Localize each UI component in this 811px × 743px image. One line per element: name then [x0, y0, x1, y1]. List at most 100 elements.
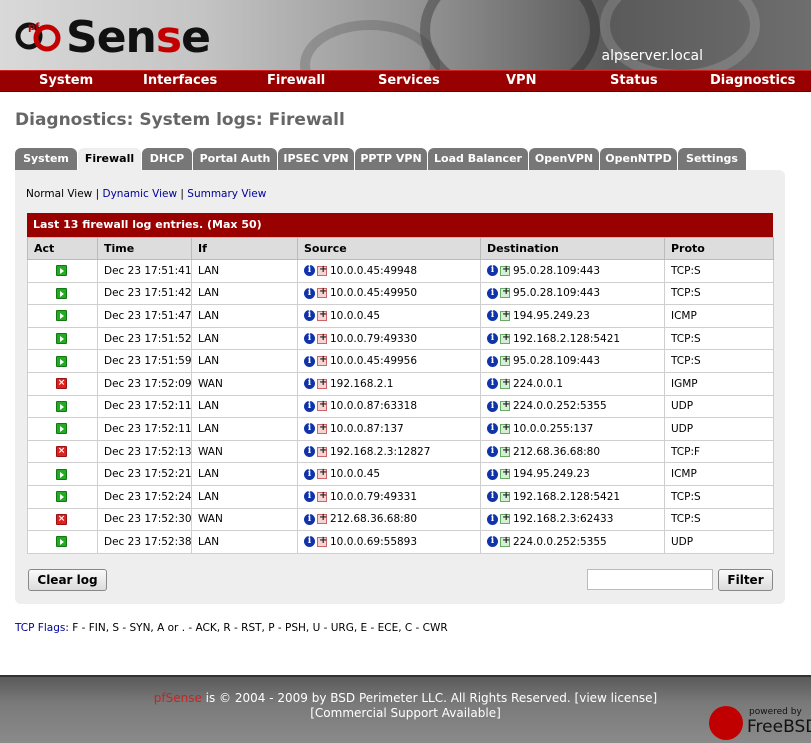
info-icon[interactable]: i [487, 400, 498, 412]
easy-rule-block-icon[interactable] [317, 490, 327, 502]
cell-proto: TCP:F [664, 439, 774, 464]
nav-system[interactable]: System [39, 73, 93, 88]
easy-rule-pass-icon[interactable] [500, 286, 510, 299]
easy-rule-pass-icon[interactable] [500, 399, 510, 412]
block-icon[interactable]: × [56, 513, 67, 525]
info-icon[interactable]: i [304, 491, 315, 503]
easy-rule-pass-icon[interactable] [500, 377, 510, 389]
info-icon[interactable]: i [487, 513, 498, 525]
tab-portal-auth[interactable]: Portal Auth [193, 148, 277, 170]
block-icon[interactable]: × [56, 378, 67, 390]
block-icon[interactable]: × [56, 446, 67, 458]
info-icon[interactable]: i [304, 378, 315, 390]
easy-rule-pass-icon[interactable] [500, 332, 510, 344]
easy-rule-block-icon[interactable] [317, 445, 327, 457]
info-icon[interactable]: i [487, 536, 498, 548]
easy-rule-block-icon[interactable] [317, 422, 327, 434]
info-icon[interactable]: i [304, 446, 315, 458]
easy-rule-pass-icon[interactable] [500, 264, 510, 276]
easy-rule-block-icon[interactable] [317, 399, 327, 412]
pass-icon[interactable] [56, 287, 67, 299]
info-icon[interactable]: i [304, 333, 315, 345]
pass-icon[interactable] [56, 423, 67, 435]
easy-rule-block-icon[interactable] [317, 467, 327, 480]
info-icon[interactable]: i [304, 400, 315, 412]
tab-load-balancer[interactable]: Load Balancer [428, 148, 528, 170]
pass-icon[interactable] [56, 310, 67, 322]
easy-rule-block-icon[interactable] [317, 354, 327, 367]
pass-icon[interactable] [56, 355, 67, 367]
tab-settings[interactable]: Settings [678, 148, 746, 170]
easy-rule-pass-icon[interactable] [500, 422, 510, 434]
filter-input[interactable] [587, 569, 713, 590]
easy-rule-pass-icon[interactable] [500, 535, 510, 547]
info-icon[interactable]: i [487, 355, 498, 367]
easy-rule-block-icon[interactable] [317, 377, 327, 389]
tab-panel: Normal View | Dynamic View | Summary Vie… [15, 170, 785, 604]
info-icon[interactable]: i [487, 310, 498, 322]
pass-icon[interactable] [56, 536, 67, 548]
info-icon[interactable]: i [487, 287, 498, 299]
tab-pptp-vpn[interactable]: PPTP VPN [355, 148, 427, 170]
info-icon[interactable]: i [487, 378, 498, 390]
info-icon[interactable]: i [487, 333, 498, 345]
tcp-flags-link[interactable]: TCP Flags [15, 622, 65, 634]
info-icon[interactable]: i [487, 265, 498, 277]
pfsense-logo[interactable]: pf Sense [14, 10, 211, 63]
tab-openntpd[interactable]: OpenNTPD [600, 148, 677, 170]
easy-rule-block-icon[interactable] [317, 512, 327, 525]
pass-icon[interactable] [56, 333, 67, 345]
nav-status[interactable]: Status [610, 73, 658, 88]
freebsd-badge[interactable]: powered by FreeBSD [709, 703, 811, 743]
easy-rule-pass-icon[interactable] [500, 445, 510, 457]
easy-rule-pass-icon[interactable] [500, 309, 510, 321]
commercial-support-link[interactable]: [Commercial Support Available] [0, 706, 811, 721]
cell-act [27, 349, 98, 373]
tab-firewall[interactable]: Firewall [78, 148, 141, 170]
info-icon[interactable]: i [304, 468, 315, 480]
easy-rule-pass-icon[interactable] [500, 354, 510, 367]
info-icon[interactable]: i [304, 513, 315, 525]
nav-interfaces[interactable]: Interfaces [143, 73, 217, 88]
nav-diagnostics[interactable]: Diagnostics [710, 73, 795, 88]
filter-button[interactable]: Filter [718, 569, 773, 591]
pass-icon[interactable] [56, 265, 67, 277]
easy-rule-pass-icon[interactable] [500, 467, 510, 480]
pass-icon[interactable] [56, 400, 67, 412]
pass-icon[interactable] [56, 468, 67, 480]
footer-brand-link[interactable]: pfSense [154, 691, 202, 705]
easy-rule-block-icon[interactable] [317, 286, 327, 299]
info-icon[interactable]: i [487, 423, 498, 435]
nav-firewall[interactable]: Firewall [267, 73, 325, 88]
easy-rule-block-icon[interactable] [317, 332, 327, 344]
tab-dhcp[interactable]: DHCP [142, 148, 192, 170]
easy-rule-block-icon[interactable] [317, 535, 327, 547]
pf-logo-icon: pf [15, 22, 61, 52]
tab-ipsec-vpn[interactable]: IPSEC VPN [278, 148, 354, 170]
pass-icon[interactable] [56, 491, 67, 503]
info-icon[interactable]: i [304, 355, 315, 367]
info-icon[interactable]: i [304, 423, 315, 435]
info-icon[interactable]: i [304, 265, 315, 277]
cell-interface: LAN [191, 484, 298, 509]
dynamic-view-link[interactable]: Dynamic View [102, 188, 177, 200]
easy-rule-pass-icon[interactable] [500, 490, 510, 502]
info-icon[interactable]: i [487, 491, 498, 503]
info-icon[interactable]: i [304, 310, 315, 322]
nav-vpn[interactable]: VPN [506, 73, 536, 88]
easy-rule-block-icon[interactable] [317, 264, 327, 276]
info-icon[interactable]: i [304, 287, 315, 299]
info-icon[interactable]: i [487, 446, 498, 458]
clear-log-button[interactable]: Clear log [28, 569, 107, 591]
cell-interface: LAN [191, 417, 298, 441]
nav-services[interactable]: Services [378, 73, 440, 88]
normal-view-link[interactable]: Normal View [26, 188, 92, 200]
tab-system[interactable]: System [15, 148, 77, 170]
info-icon[interactable]: i [487, 468, 498, 480]
easy-rule-pass-icon[interactable] [500, 512, 510, 525]
info-icon[interactable]: i [304, 536, 315, 548]
footer-copyright[interactable]: is © 2004 - 2009 by BSD Perimeter LLC. A… [202, 691, 658, 705]
tab-openvpn[interactable]: OpenVPN [529, 148, 599, 170]
summary-view-link[interactable]: Summary View [187, 188, 266, 200]
easy-rule-block-icon[interactable] [317, 309, 327, 321]
